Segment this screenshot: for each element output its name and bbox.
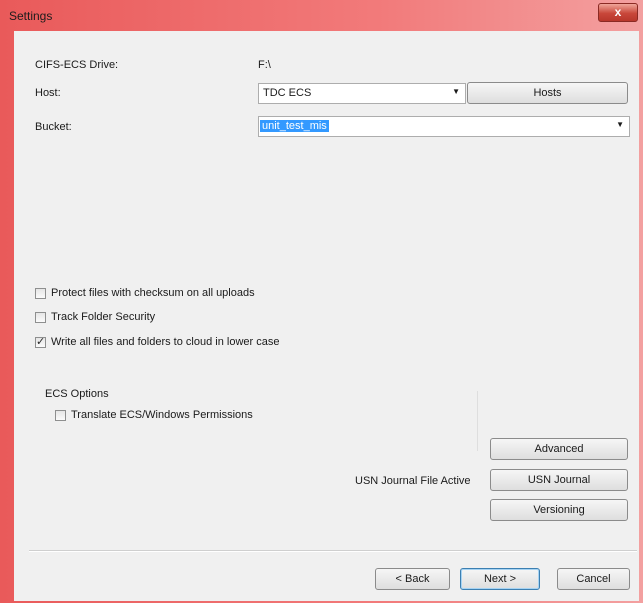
close-icon: x (614, 5, 622, 19)
checkmark-icon: ✓ (36, 336, 46, 348)
host-dropdown[interactable]: TDC ECS ▼ (258, 83, 466, 104)
usn-status-label: USN Journal File Active (355, 475, 471, 487)
window-title: Settings (9, 9, 53, 23)
back-button[interactable]: < Back (375, 568, 450, 590)
lowercase-checkbox[interactable]: ✓ (35, 336, 46, 348)
bucket-label: Bucket: (35, 121, 72, 133)
bucket-value: unit_test_mis (260, 120, 329, 132)
separator-line (477, 391, 478, 451)
track-security-checkbox[interactable] (35, 312, 46, 323)
host-selected-value: TDC ECS (263, 87, 312, 99)
drive-value: F:\ (258, 59, 271, 71)
drive-label: CIFS-ECS Drive: (35, 59, 119, 71)
settings-panel: CIFS-ECS Drive: F:\ Host: TDC ECS ▼ Host… (14, 31, 639, 601)
usn-journal-button[interactable]: USN Journal (490, 469, 628, 491)
cancel-button[interactable]: Cancel (557, 568, 630, 590)
host-label: Host: (35, 87, 61, 99)
chevron-down-icon: ▼ (452, 87, 460, 96)
title-bar[interactable]: Settings x (0, 0, 643, 30)
translate-permissions-label: Translate ECS/Windows Permissions (71, 409, 253, 421)
bucket-dropdown[interactable]: unit_test_mis ▼ (258, 116, 630, 137)
next-button[interactable]: Next > (460, 568, 540, 590)
checksum-checkbox[interactable] (35, 288, 46, 299)
hosts-button[interactable]: Hosts (467, 82, 628, 104)
footer-divider (29, 550, 637, 552)
close-button[interactable]: x (598, 3, 638, 22)
track-security-option-label: Track Folder Security (51, 311, 156, 323)
checksum-option-label: Protect files with checksum on all uploa… (51, 287, 255, 299)
advanced-button[interactable]: Advanced (490, 438, 628, 460)
ecs-options-heading: ECS Options (45, 388, 109, 400)
chevron-down-icon: ▼ (616, 120, 624, 129)
lowercase-option-label: Write all files and folders to cloud in … (51, 336, 280, 348)
versioning-button[interactable]: Versioning (490, 499, 628, 521)
translate-permissions-checkbox[interactable] (55, 410, 66, 421)
